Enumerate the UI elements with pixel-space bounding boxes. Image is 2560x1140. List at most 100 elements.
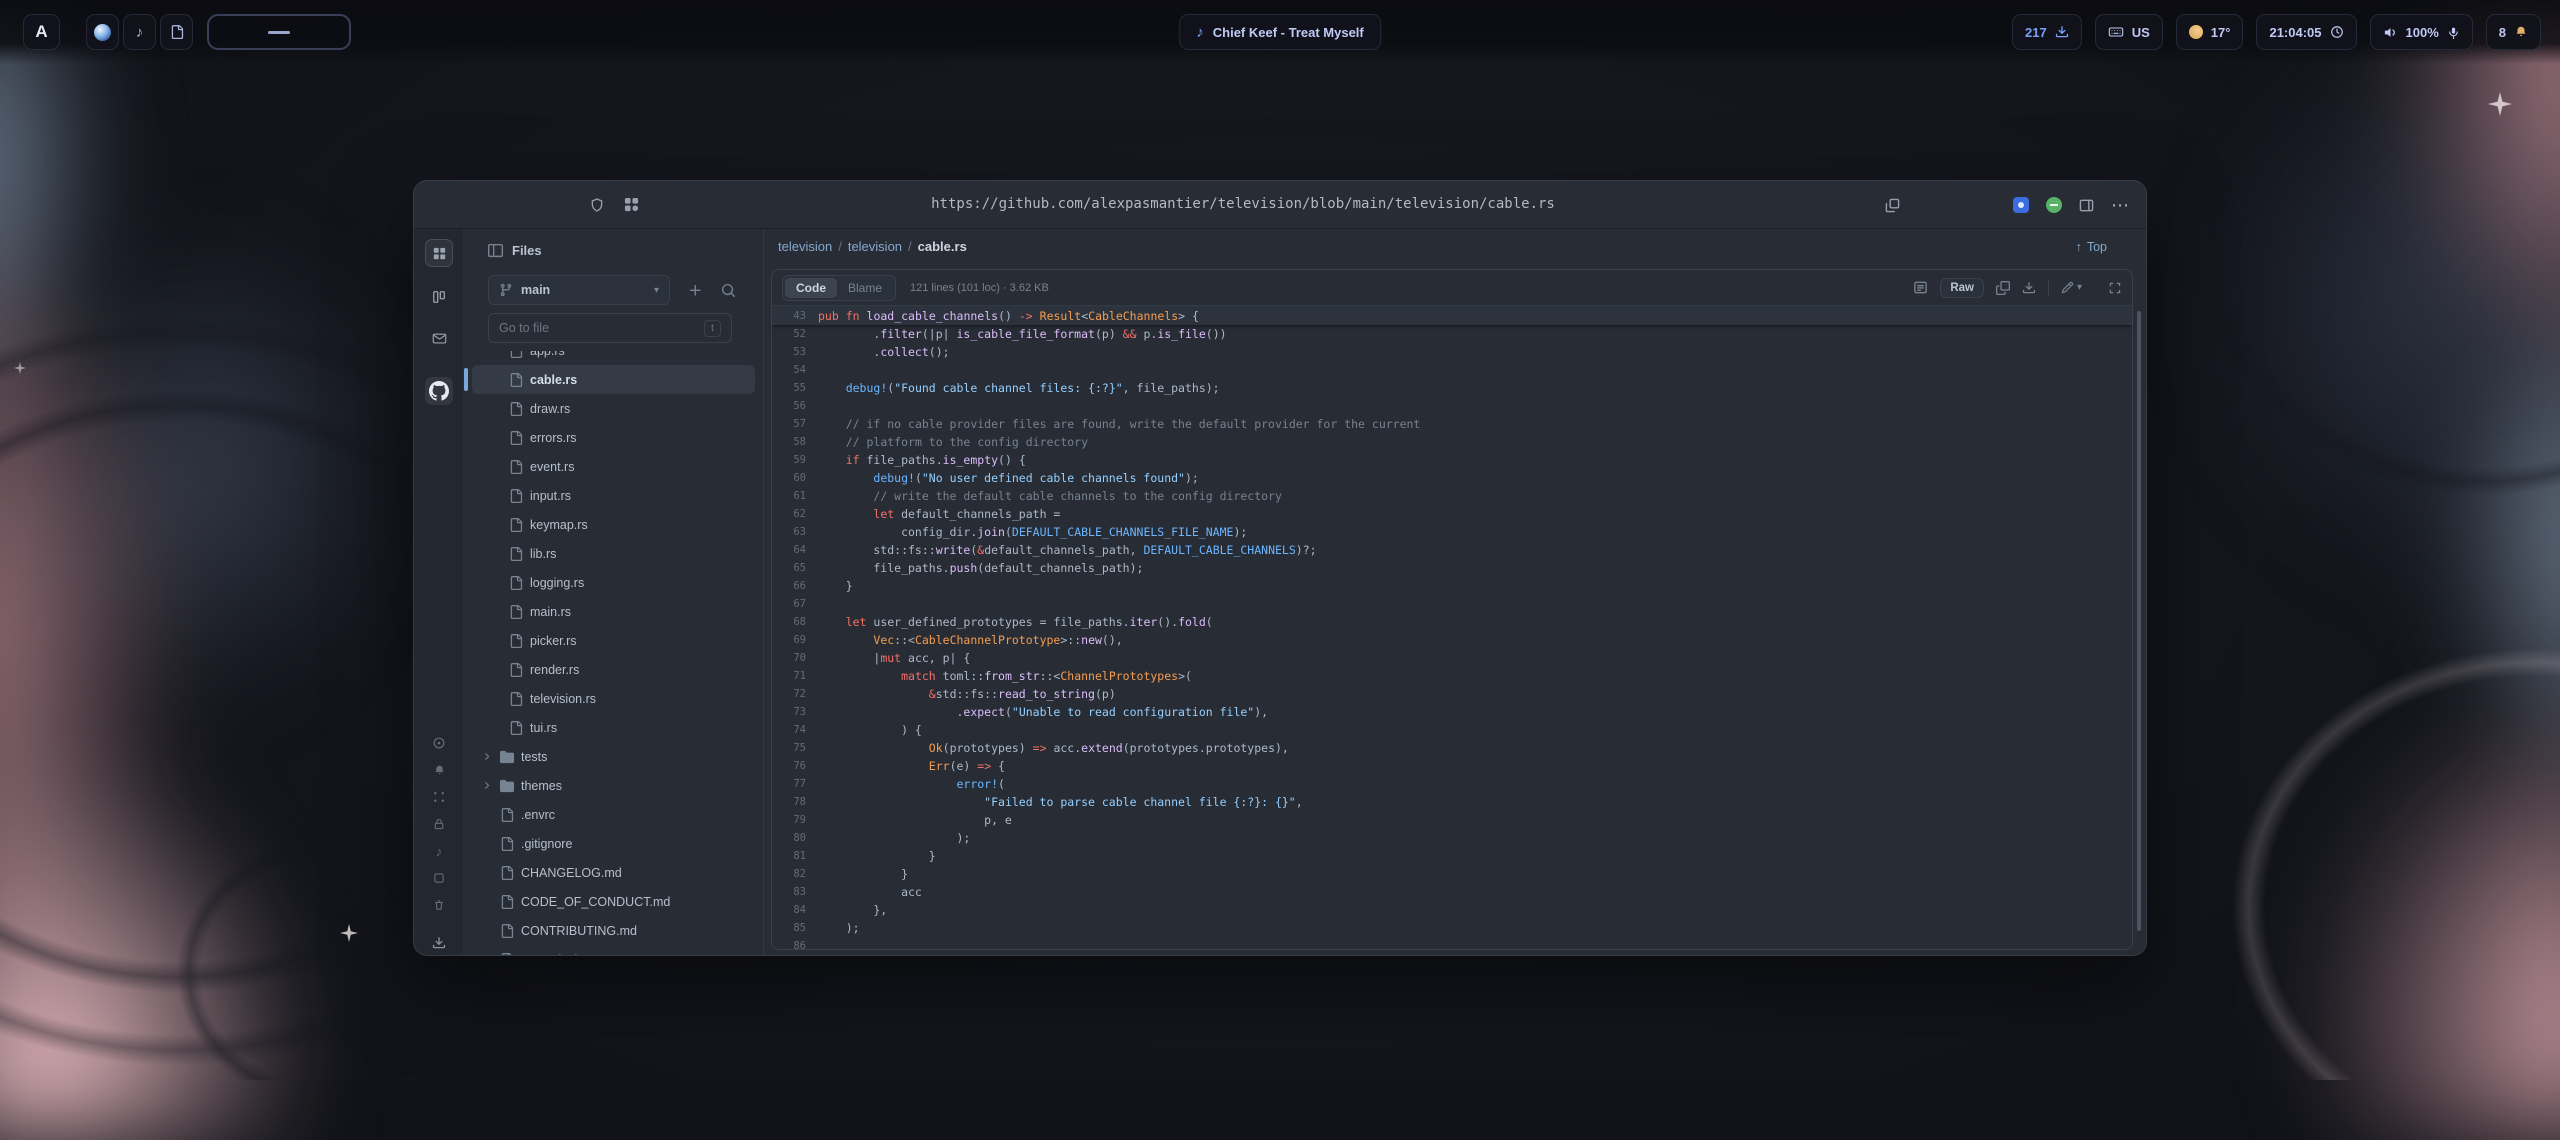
- edit-button[interactable]: ▾: [2061, 281, 2082, 294]
- line-number[interactable]: 85: [772, 919, 818, 937]
- keyboard-module[interactable]: US: [2095, 14, 2163, 50]
- tree-item-render.rs[interactable]: render.rs: [472, 655, 755, 684]
- trash-icon[interactable]: [425, 891, 453, 919]
- goto-file-input[interactable]: [499, 321, 704, 335]
- line-number[interactable]: 53: [772, 343, 818, 361]
- line-number[interactable]: 81: [772, 847, 818, 865]
- downloads-icon[interactable]: [425, 929, 453, 956]
- plus-icon[interactable]: [688, 283, 703, 298]
- tree-item-event.rs[interactable]: event.rs: [472, 452, 755, 481]
- tab-code[interactable]: Code: [785, 278, 837, 298]
- workspace-button[interactable]: [425, 239, 453, 267]
- tree-item-.envrc[interactable]: .envrc: [472, 800, 755, 829]
- line-number[interactable]: 72: [772, 685, 818, 703]
- tab-github[interactable]: [425, 377, 453, 405]
- panel-icon[interactable]: [2079, 198, 2094, 213]
- tree-item-tests[interactable]: tests: [472, 742, 755, 771]
- audio-module[interactable]: 100%: [2370, 14, 2473, 50]
- tree-item-logging.rs[interactable]: logging.rs: [472, 568, 755, 597]
- line-number[interactable]: 56: [772, 397, 818, 415]
- search-icon[interactable]: [721, 283, 736, 298]
- music-note-icon[interactable]: ♪: [425, 837, 453, 865]
- line-number[interactable]: 54: [772, 361, 818, 379]
- tree-item-CODE_OF_CONDUCT.md[interactable]: CODE_OF_CONDUCT.md: [472, 887, 755, 916]
- line-number[interactable]: 61: [772, 487, 818, 505]
- tree-item-main.rs[interactable]: main.rs: [472, 597, 755, 626]
- line-number[interactable]: 43: [772, 307, 818, 325]
- browser-button[interactable]: [86, 14, 119, 50]
- launcher-button[interactable]: A: [23, 14, 60, 50]
- expand-icon[interactable]: [2108, 281, 2122, 295]
- line-number[interactable]: 82: [772, 865, 818, 883]
- tree-item-tui.rs[interactable]: tui.rs: [472, 713, 755, 742]
- duplicate-tab-icon[interactable]: [1885, 198, 1900, 213]
- extension-blue-icon[interactable]: [2013, 197, 2029, 213]
- bell-icon[interactable]: [425, 756, 453, 784]
- notes-button[interactable]: [160, 14, 193, 50]
- shield-icon[interactable]: [589, 197, 605, 213]
- line-number[interactable]: 63: [772, 523, 818, 541]
- line-number[interactable]: 75: [772, 739, 818, 757]
- line-number[interactable]: 78: [772, 793, 818, 811]
- line-number[interactable]: 80: [772, 829, 818, 847]
- tab-blame[interactable]: Blame: [837, 278, 893, 298]
- line-number[interactable]: 71: [772, 667, 818, 685]
- tree-item-television.rs[interactable]: television.rs: [472, 684, 755, 713]
- copy-icon[interactable]: [1996, 281, 2010, 295]
- notifications-module[interactable]: 8: [2486, 14, 2541, 50]
- line-number[interactable]: 68: [772, 613, 818, 631]
- line-number[interactable]: 65: [772, 559, 818, 577]
- line-number[interactable]: 69: [772, 631, 818, 649]
- line-number[interactable]: 58: [772, 433, 818, 451]
- line-number[interactable]: 86: [772, 937, 818, 949]
- workspace-pill[interactable]: [207, 14, 351, 50]
- line-number[interactable]: 52: [772, 325, 818, 343]
- lock-icon[interactable]: [425, 810, 453, 838]
- grid-dots-icon[interactable]: [425, 783, 453, 811]
- back-to-top-link[interactable]: ↑ Top: [2076, 240, 2107, 254]
- tree-item-CONTRIBUTING.md[interactable]: CONTRIBUTING.md: [472, 916, 755, 945]
- box-icon[interactable]: [425, 864, 453, 892]
- updates-module[interactable]: 217: [2012, 14, 2082, 50]
- tree-item-.gitignore[interactable]: .gitignore: [472, 829, 755, 858]
- line-number[interactable]: 55: [772, 379, 818, 397]
- line-number[interactable]: 59: [772, 451, 818, 469]
- target-icon[interactable]: [425, 729, 453, 757]
- url-text[interactable]: https://github.com/alexpasmantier/televi…: [931, 196, 1555, 212]
- line-number[interactable]: 70: [772, 649, 818, 667]
- extension-green-icon[interactable]: [2046, 197, 2062, 213]
- tree-item-cable.rs[interactable]: cable.rs: [472, 365, 755, 394]
- weather-module[interactable]: 17°: [2176, 14, 2244, 50]
- tree-item-Cargo.lock[interactable]: Cargo.lock: [472, 945, 755, 955]
- extensions-icon[interactable]: [624, 197, 639, 212]
- scrollbar[interactable]: [2137, 311, 2141, 931]
- breadcrumb-repo[interactable]: television: [778, 239, 832, 254]
- tree-item-picker.rs[interactable]: picker.rs: [472, 626, 755, 655]
- raw-button[interactable]: Raw: [1940, 278, 1984, 298]
- media-pill[interactable]: ♪ Chief Keef - Treat Myself: [1179, 14, 1381, 50]
- line-number[interactable]: 66: [772, 577, 818, 595]
- line-number[interactable]: 76: [772, 757, 818, 775]
- sidebar-collapse-icon[interactable]: [488, 243, 503, 258]
- tree-item-draw.rs[interactable]: draw.rs: [472, 394, 755, 423]
- line-number[interactable]: 79: [772, 811, 818, 829]
- line-number[interactable]: 84: [772, 901, 818, 919]
- line-number[interactable]: 73: [772, 703, 818, 721]
- tree-item-keymap.rs[interactable]: keymap.rs: [472, 510, 755, 539]
- tree-item-input.rs[interactable]: input.rs: [472, 481, 755, 510]
- download-file-icon[interactable]: [2022, 281, 2036, 295]
- line-number[interactable]: 64: [772, 541, 818, 559]
- breadcrumb-dir[interactable]: television: [848, 239, 902, 254]
- kanban-icon[interactable]: [425, 283, 453, 311]
- line-number[interactable]: 77: [772, 775, 818, 793]
- tree-item-lib.rs[interactable]: lib.rs: [472, 539, 755, 568]
- tree-item-app.rs[interactable]: app.rs: [472, 351, 755, 365]
- tree-item-errors.rs[interactable]: errors.rs: [472, 423, 755, 452]
- tree-item-themes[interactable]: themes: [472, 771, 755, 800]
- line-number[interactable]: 62: [772, 505, 818, 523]
- line-number[interactable]: 67: [772, 595, 818, 613]
- more-icon[interactable]: ⋯: [2111, 196, 2130, 214]
- line-number[interactable]: 74: [772, 721, 818, 739]
- outline-icon[interactable]: [1913, 280, 1928, 295]
- line-number[interactable]: 60: [772, 469, 818, 487]
